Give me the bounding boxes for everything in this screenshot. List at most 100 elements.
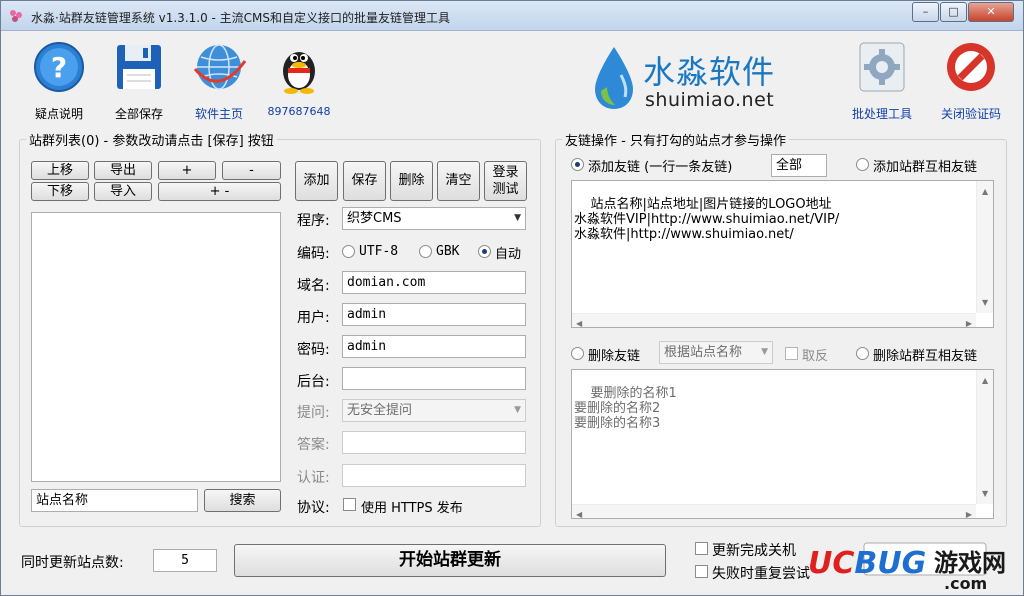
help-icon: ?	[34, 42, 84, 92]
help-label: 疑点说明	[34, 107, 83, 121]
program-label: 程序:	[297, 213, 330, 229]
clear-button[interactable]: 清空	[437, 161, 480, 201]
program-select[interactable]: 织梦CMS ▼	[342, 207, 526, 230]
question-label: 提问:	[297, 405, 330, 421]
https-checkbox[interactable]	[343, 498, 356, 511]
backend-input[interactable]	[342, 367, 526, 390]
site-search-input[interactable]: 站点名称	[31, 489, 198, 512]
remove-site-minus-button[interactable]: -	[222, 161, 281, 180]
delete-button[interactable]: 删除	[390, 161, 433, 201]
encoding-gbk-label: GBK	[436, 244, 460, 259]
qq-number-label: 897687648	[267, 105, 331, 118]
vertical-scrollbar[interactable]: ▲ ▼	[976, 181, 993, 313]
close-captcha-tool[interactable]: 关闭验证码	[933, 39, 1009, 122]
move-down-button[interactable]: 下移	[31, 182, 89, 201]
vertical-scrollbar[interactable]: ▲ ▼	[976, 370, 993, 504]
minimize-button[interactable]: –	[912, 2, 939, 22]
verify-input	[342, 464, 526, 487]
encoding-utf8-radio[interactable]	[342, 245, 355, 258]
concurrent-input[interactable]: 5	[153, 549, 217, 572]
program-value: 织梦CMS	[347, 211, 402, 226]
add-site-plus-button[interactable]: +	[158, 161, 216, 180]
user-input[interactable]: admin	[342, 303, 526, 326]
add-link-radio[interactable]	[571, 158, 584, 171]
login-test-line1: 登录	[492, 165, 519, 180]
password-input[interactable]: admin	[342, 335, 526, 358]
export-button[interactable]: 导出	[94, 161, 152, 180]
delete-mutual-radio[interactable]	[856, 347, 869, 360]
move-up-button[interactable]: 上移	[31, 161, 89, 180]
save-button[interactable]: 保存	[343, 161, 386, 201]
concurrent-label: 同时更新站点数:	[21, 555, 124, 571]
question-select: 无安全提问 ▼	[342, 399, 526, 422]
retry-checkbox[interactable]	[695, 565, 708, 578]
add-button[interactable]: 添加	[295, 161, 338, 201]
answer-label: 答案:	[297, 437, 330, 453]
batch-tool-label: 批处理工具	[851, 107, 912, 121]
horizontal-scrollbar[interactable]: ◀ ▶	[572, 504, 976, 518]
add-link-label: 添加友链 (一行一条友链)	[588, 160, 733, 175]
plus-minus-button[interactable]: + -	[158, 182, 281, 201]
invert-label: 取反	[802, 349, 829, 364]
horizontal-scrollbar[interactable]: ◀ ▶	[572, 313, 976, 327]
retry-label: 失败时重复尝试	[712, 566, 810, 582]
user-label: 用户:	[297, 310, 330, 326]
batch-tool[interactable]: 批处理工具	[844, 39, 920, 122]
brand-name-en: shuimiao.net	[645, 89, 775, 111]
qq-penguin-icon	[283, 52, 315, 94]
globe-icon	[193, 44, 247, 90]
add-mutual-radio[interactable]	[856, 158, 869, 171]
encoding-label: 编码:	[297, 246, 330, 262]
add-link-scope-input[interactable]: 全部	[771, 154, 827, 177]
add-mutual-label: 添加站群互相友链	[873, 160, 978, 175]
brand-logo: 水淼软件 shuimiao.net	[591, 45, 791, 113]
import-button[interactable]: 导入	[94, 182, 152, 201]
no-entry-icon	[947, 43, 995, 91]
watermark-brand: UCBUG	[808, 546, 926, 581]
question-value: 无安全提问	[347, 403, 413, 418]
search-button[interactable]: 搜索	[204, 489, 281, 512]
dropdown-arrow-icon: ▼	[514, 213, 521, 223]
delete-link-radio[interactable]	[571, 347, 584, 360]
brand-name-cn: 水淼软件	[643, 53, 776, 91]
encoding-auto-label: 自动	[495, 247, 522, 262]
dropdown-arrow-icon: ▼	[514, 405, 521, 415]
delete-link-label: 删除友链	[588, 349, 641, 364]
encoding-gbk-radio[interactable]	[419, 245, 432, 258]
maximize-button[interactable]: □	[940, 2, 967, 22]
homepage-tool[interactable]: 软件主页	[181, 39, 257, 122]
help-tool[interactable]: ? 疑点说明	[21, 39, 97, 122]
answer-input	[342, 431, 526, 454]
app-icon	[10, 10, 22, 22]
shutdown-checkbox[interactable]	[695, 542, 708, 555]
add-links-text: 站点名称|站点地址|图片链接的LOGO地址 水淼软件VIP|http://www…	[574, 197, 840, 242]
dropdown-arrow-icon: ▼	[761, 347, 768, 357]
encoding-auto-radio[interactable]	[478, 245, 491, 258]
floppy-disk-icon	[117, 45, 161, 89]
delete-links-textarea[interactable]: 要删除的名称1 要删除的名称2 要删除的名称3 ▲ ▼ ◀ ▶	[571, 369, 994, 519]
encoding-utf8-label: UTF-8	[359, 244, 399, 259]
close-window-button[interactable]: ✕	[968, 2, 1014, 22]
site-list-title: 站群列表(0) - 参数改动请点击 [保存] 按钮	[26, 130, 277, 149]
window-title: 水淼·站群友链管理系统 v1.3.1.0 - 主流CMS和自定义接口的批量友链管…	[31, 11, 451, 25]
add-links-textarea[interactable]: 站点名称|站点地址|图片链接的LOGO地址 水淼软件VIP|http://www…	[571, 180, 994, 328]
start-update-button[interactable]: 开始站群更新	[234, 544, 666, 577]
title-bar: 水淼·站群友链管理系统 v1.3.1.0 - 主流CMS和自定义接口的批量友链管…	[1, 1, 1023, 31]
water-drop-icon	[595, 47, 633, 109]
protocol-label: 协议:	[297, 500, 330, 516]
site-listbox[interactable]	[31, 212, 281, 482]
login-test-line2: 测试	[492, 182, 519, 197]
domain-label: 域名:	[297, 278, 330, 294]
watermark-cn: 游戏网	[934, 548, 1006, 577]
delete-links-text: 要删除的名称1 要删除的名称2 要删除的名称3	[574, 386, 677, 431]
link-ops-title: 友链操作 - 只有打勾的站点才参与操作	[562, 130, 789, 149]
delete-mutual-label: 删除站群互相友链	[873, 349, 978, 364]
shutdown-label: 更新完成关机	[712, 543, 796, 559]
app-window: 水淼·站群友链管理系统 v1.3.1.0 - 主流CMS和自定义接口的批量友链管…	[0, 0, 1024, 596]
login-test-button[interactable]: 登录 测试	[484, 161, 527, 201]
homepage-label: 软件主页	[194, 107, 243, 121]
domain-input[interactable]: domian.com	[342, 271, 526, 294]
qq-tool[interactable]: 897687648	[261, 39, 337, 118]
save-all-tool[interactable]: 全部保存	[101, 39, 177, 122]
delete-by-select: 根据站点名称 ▼	[659, 341, 773, 364]
